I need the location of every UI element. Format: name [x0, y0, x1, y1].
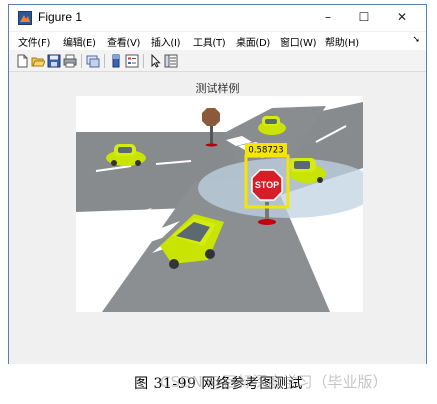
svg-text:STOP: STOP [255, 180, 279, 190]
new-figure-icon[interactable] [15, 54, 29, 68]
save-icon[interactable] [47, 54, 61, 68]
toolbar-separator [81, 54, 82, 68]
figure-window: Figure 1 – ☐ ✕ 文件(F) 编辑(E) 查看(V) 插入(I) 工… [8, 4, 427, 364]
intersection-image: STOP 0.58723 [76, 96, 363, 312]
title-bar: Figure 1 – ☐ ✕ [9, 5, 426, 31]
detection-score: 0.58723 [248, 146, 283, 156]
menu-view[interactable]: 查看(V) [107, 34, 140, 49]
toolbar-separator [104, 54, 105, 68]
menu-overflow-icon[interactable]: ➘ [412, 35, 420, 45]
maximize-button[interactable]: ☐ [347, 5, 381, 31]
watermark: CSDN @目标深度学习（毕业版） [160, 373, 388, 391]
property-inspector-icon[interactable] [164, 54, 178, 68]
link-plot-icon[interactable] [86, 54, 100, 68]
menu-desktop[interactable]: 桌面(D) [236, 34, 270, 49]
insert-legend-icon[interactable] [125, 54, 139, 68]
menu-edit[interactable]: 编辑(E) [63, 34, 96, 49]
menu-bar: 文件(F) 编辑(E) 查看(V) 插入(I) 工具(T) 桌面(D) 窗口(W… [9, 32, 426, 50]
window-title: Figure 1 [38, 10, 83, 24]
plot-title: 测试样例 [195, 82, 240, 95]
toolbar [9, 50, 426, 72]
toolbar-separator [143, 54, 144, 68]
matlab-icon [18, 11, 32, 25]
figure-canvas: 测试样例 STOP 0.58723 [9, 73, 426, 364]
close-button[interactable]: ✕ [385, 5, 419, 31]
menu-file[interactable]: 文件(F) [18, 34, 50, 49]
menu-help[interactable]: 帮助(H) [325, 34, 359, 49]
menu-window[interactable]: 窗口(W) [280, 34, 317, 49]
insert-colorbar-icon[interactable] [109, 54, 123, 68]
open-file-icon[interactable] [31, 54, 45, 68]
menu-tools[interactable]: 工具(T) [193, 34, 226, 49]
select-arrow-icon[interactable] [148, 54, 162, 68]
print-icon[interactable] [63, 54, 77, 68]
menu-insert[interactable]: 插入(I) [151, 34, 181, 49]
minimize-button[interactable]: – [311, 5, 345, 31]
